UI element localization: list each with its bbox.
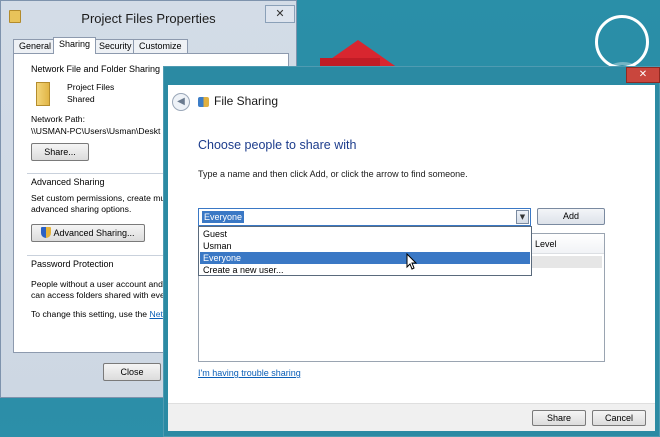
window-title: Project Files Properties (81, 11, 216, 26)
dropdown-option-everyone[interactable]: Everyone (200, 252, 530, 264)
instruction-text: Type a name and then click Add, or click… (198, 169, 468, 179)
network-path-label: Network Path: (31, 114, 85, 124)
share-button[interactable]: Share (532, 410, 586, 426)
close-button[interactable]: Close (103, 363, 161, 381)
folder-icon (36, 82, 50, 106)
shield-icon (41, 227, 52, 238)
cancel-button[interactable]: Cancel (592, 410, 646, 426)
advanced-description: advanced sharing options. (31, 204, 132, 214)
page-heading: Choose people to share with (198, 138, 357, 152)
network-sharing-group-title: Network File and Folder Sharing (31, 64, 161, 74)
dropdown-option-guest[interactable]: Guest (200, 228, 530, 240)
users-icon (198, 97, 209, 107)
advanced-description: Set custom permissions, create mult (31, 193, 170, 203)
tab-sharing[interactable]: Sharing (53, 37, 97, 54)
advanced-sharing-group-title: Advanced Sharing (31, 177, 105, 187)
file-sharing-header: ◀ File Sharing (168, 85, 655, 115)
advanced-sharing-button-label: Advanced Sharing... (53, 228, 135, 238)
network-path-value: \\USMAN-PC\Users\Usman\Deskt (31, 126, 161, 136)
tab-security[interactable]: Security (93, 39, 138, 53)
add-button[interactable]: Add (537, 208, 605, 225)
password-description: can access folders shared with eve (31, 290, 165, 300)
dropdown-arrow-icon[interactable]: ▼ (516, 210, 529, 224)
combo-value: Everyone (202, 211, 245, 223)
folder-name: Project Files (67, 82, 115, 92)
trouble-sharing-link[interactable]: I'm having trouble sharing (198, 368, 301, 378)
close-button[interactable]: ✕ (265, 5, 295, 23)
password-change-label: To change this setting, use the (31, 309, 148, 319)
file-sharing-body: Choose people to share with Type a name … (168, 115, 655, 403)
tab-general[interactable]: General (13, 39, 58, 53)
advanced-sharing-button[interactable]: Advanced Sharing... (31, 224, 145, 242)
user-combo-input[interactable]: Everyone ▼ (198, 208, 531, 226)
mouse-cursor-icon (406, 253, 418, 270)
window-title: File Sharing (214, 94, 279, 108)
column-header-level[interactable]: Level (535, 239, 557, 249)
network-center-link[interactable]: Net (149, 309, 162, 319)
file-sharing-window: ✕ ◀ File Sharing Choose people to share … (163, 66, 660, 437)
folder-status: Shared (67, 94, 95, 104)
password-description: People without a user account and (31, 279, 163, 289)
back-arrow-icon[interactable]: ◀ (172, 93, 190, 111)
password-protection-group-title: Password Protection (31, 259, 114, 269)
dropdown-option-create-user[interactable]: Create a new user... (200, 264, 530, 276)
user-dropdown-list: Guest Usman Everyone Create a new user..… (198, 226, 532, 276)
tab-customize[interactable]: Customize (133, 39, 188, 53)
properties-titlebar[interactable]: Project Files Properties ✕ (1, 1, 296, 35)
password-change-text: To change this setting, use the Net (31, 309, 163, 319)
dropdown-option-usman[interactable]: Usman (200, 240, 530, 252)
share-button[interactable]: Share... (31, 143, 89, 161)
desktop-circle (595, 15, 649, 69)
dialog-footer: Share Cancel (168, 403, 655, 431)
close-button[interactable]: ✕ (626, 67, 660, 83)
